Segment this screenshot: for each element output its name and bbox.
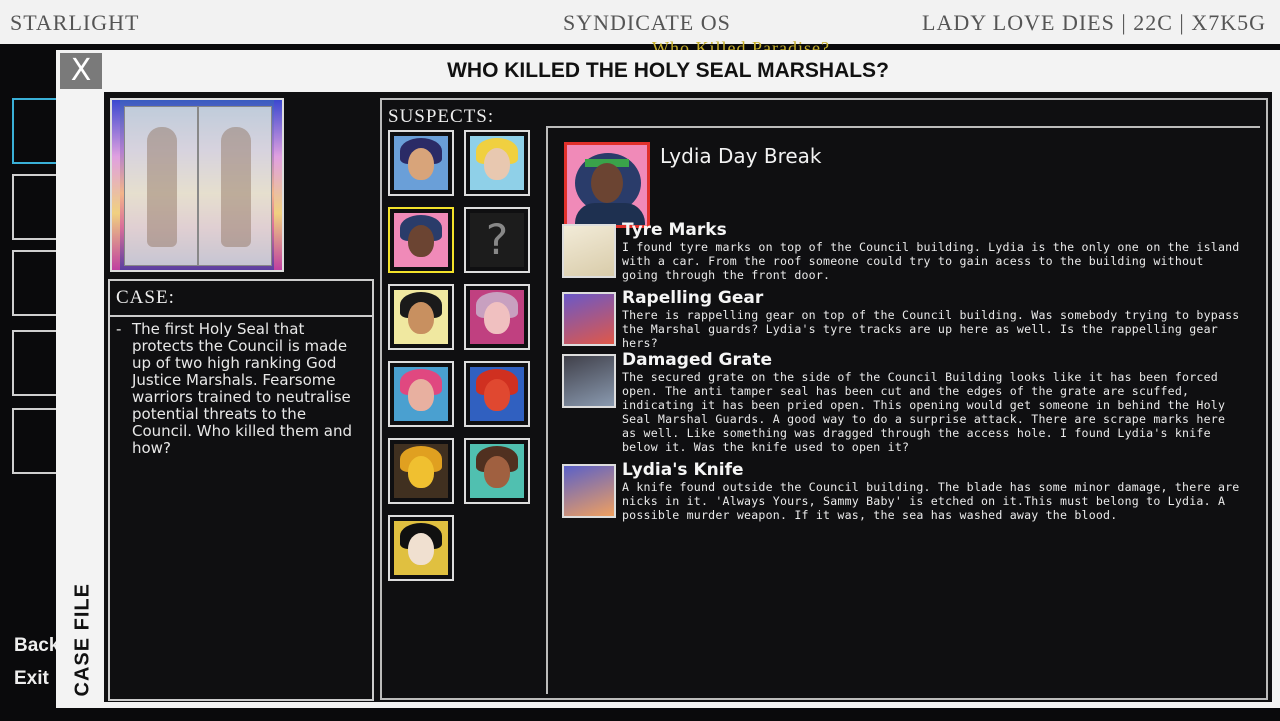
suspect-portrait[interactable] (388, 438, 454, 504)
selected-suspect-name: Lydia Day Break (660, 144, 822, 168)
suspect-image (394, 213, 448, 267)
suspect-portrait[interactable] (388, 284, 454, 350)
suspect-image (394, 444, 448, 498)
suspect-image (394, 367, 448, 421)
clue-description: There is rappelling gear on top of the C… (622, 308, 1240, 350)
suspect-portrait[interactable] (464, 130, 530, 196)
suspects-heading: SUSPECTS: (388, 106, 495, 127)
suspect-portrait[interactable] (388, 207, 454, 273)
clue-title: Damaged Grate (622, 350, 773, 370)
suspect-unknown[interactable]: ? (464, 207, 530, 273)
case-divider (110, 315, 372, 317)
case-bullet: - (116, 320, 122, 338)
exit-link[interactable]: Exit (14, 668, 49, 690)
clue-thumbnail (562, 354, 616, 408)
back-link[interactable]: Back (14, 635, 59, 657)
suspect-image (470, 136, 524, 190)
suspect-image (470, 444, 524, 498)
os-status-label: LADY LOVE DIES | 22C | X7K5G (922, 10, 1266, 35)
case-photo (110, 98, 284, 272)
suspect-image (394, 290, 448, 344)
suspect-portrait[interactable] (464, 284, 530, 350)
case-heading: CASE: (116, 287, 175, 308)
suspect-portrait[interactable] (388, 515, 454, 581)
suspect-details: Lydia Day Break Tyre Marks I found tyre … (546, 126, 1260, 694)
selected-suspect-portrait (564, 142, 650, 228)
case-file-dialog: X WHO KILLED THE HOLY SEAL MARSHALS? CAS… (56, 50, 1280, 708)
os-center-label: SYNDICATE OS (563, 10, 731, 35)
clue-title: Rapelling Gear (622, 288, 764, 308)
suspect-portrait[interactable] (388, 361, 454, 427)
clue-description: A knife found outside the Council buildi… (622, 480, 1240, 522)
clue-thumbnail (562, 464, 616, 518)
suspect-portrait[interactable] (464, 361, 530, 427)
dialog-title: WHO KILLED THE HOLY SEAL MARSHALS? (447, 59, 889, 82)
clue-description: I found tyre marks on top of the Council… (622, 240, 1240, 282)
os-top-bar: STARLIGHT SYNDICATE OS LADY LOVE DIES | … (0, 0, 1280, 44)
clue-thumbnail (562, 224, 616, 278)
suspect-image (394, 136, 448, 190)
suspect-portrait[interactable] (464, 438, 530, 504)
suspects-panel: SUSPECTS: ? Lydia Day Break Tyre Marks I… (380, 98, 1268, 700)
case-file-tab[interactable]: CASE FILE (64, 583, 104, 700)
suspect-image (470, 290, 524, 344)
case-description: The first Holy Seal that protects the Co… (132, 320, 352, 457)
clue-description: The secured grate on the side of the Cou… (622, 370, 1226, 454)
case-description-box: CASE: - The first Holy Seal that protect… (108, 279, 374, 701)
clue-thumbnail (562, 292, 616, 346)
os-left-label: STARLIGHT (10, 10, 140, 35)
suspect-portrait[interactable] (388, 130, 454, 196)
case-text: - The first Holy Seal that protects the … (116, 321, 366, 457)
suspect-image (394, 521, 448, 575)
clue-title: Tyre Marks (622, 220, 727, 240)
unknown-suspect-icon: ? (470, 213, 524, 267)
suspect-image (470, 367, 524, 421)
case-file-content: CASE: - The first Holy Seal that protect… (104, 92, 1272, 702)
case-file-tab-label: CASE FILE (71, 583, 94, 697)
clue-title: Lydia's Knife (622, 460, 744, 480)
